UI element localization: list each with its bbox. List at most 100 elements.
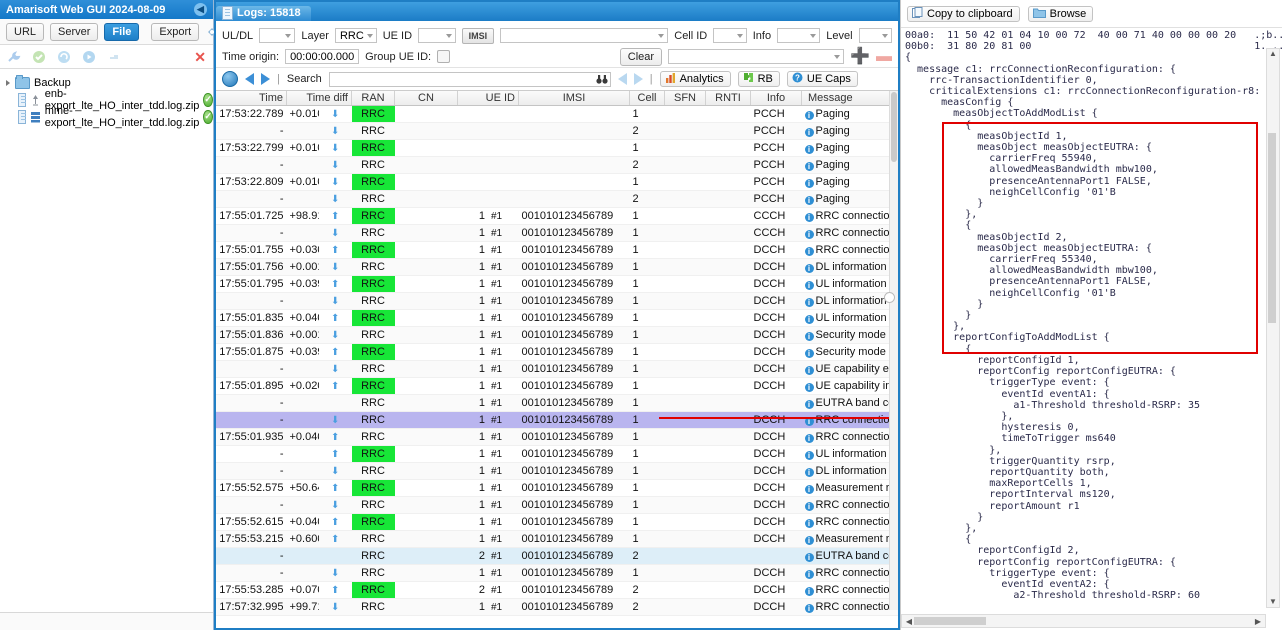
table-row[interactable]: 17:53:22.809+0.010 ⬇ RRC 1 PCCHiPaging xyxy=(216,173,898,191)
detail-scrollbar-thumb[interactable] xyxy=(1268,133,1276,323)
time-origin-input[interactable]: 00:00:00.000 xyxy=(285,49,360,64)
preset-select[interactable] xyxy=(668,49,845,64)
scroll-right-arrow[interactable]: ▶ xyxy=(1252,617,1264,626)
table-row[interactable]: - ⬇ RRC 1 #1 001010123456789 1 DCCH i RRC connect… xyxy=(216,564,898,582)
table-row[interactable]: - ⬇ RRC 1 #1 001010123456789 1 DCCH i RRC connect… xyxy=(216,411,898,429)
col-info[interactable]: Info xyxy=(750,91,802,106)
scrollbar-thumb[interactable] xyxy=(891,92,897,162)
col-ran[interactable]: RAN xyxy=(351,91,395,106)
group-ueid-checkbox[interactable] xyxy=(437,50,451,63)
arrow-left-icon[interactable] xyxy=(245,73,254,85)
col-time[interactable]: Time xyxy=(216,91,287,106)
col-rnti[interactable]: RNTI xyxy=(705,91,751,106)
play-circle-icon[interactable] xyxy=(82,50,96,64)
x-icon[interactable]: ✕ xyxy=(194,50,206,64)
check-circle-icon[interactable] xyxy=(32,50,46,64)
table-row[interactable]: 17:55:01.756+0.001⬇RRC1#1001010123456789… xyxy=(216,258,898,276)
url-button[interactable]: URL xyxy=(6,22,45,41)
detail-hscrollbar-thumb[interactable] xyxy=(914,617,986,625)
arrow-down-icon: ⬇ xyxy=(331,330,340,341)
table-row[interactable]: 17:55:01.836+0.001⬇RRC1#1001010123456789… xyxy=(216,326,898,344)
analytics-button[interactable]: Analytics xyxy=(659,71,731,87)
rb-button[interactable]: RB xyxy=(737,71,780,87)
table-row[interactable]: 17:55:53.285+0.070⬆RRC2#1001010123456789… xyxy=(216,581,898,599)
find-next-icon[interactable] xyxy=(633,73,643,85)
table-row[interactable]: 17:55:01.725+98.916⬆RRC1#100101012345678… xyxy=(216,207,898,225)
file-button[interactable]: File xyxy=(104,22,140,41)
cell-info: DCCH xyxy=(750,241,802,259)
plus-icon[interactable]: ➕ xyxy=(850,48,870,64)
browse-button[interactable]: Browse xyxy=(1027,6,1094,22)
table-row[interactable]: - ⬇ RRC 1 #1 001010123456789 1 DCCH i RRC connect… xyxy=(216,496,898,514)
table-row[interactable]: 17:55:01.795+0.039⬆RRC1#1001010123456789… xyxy=(216,275,898,293)
plug-icon[interactable] xyxy=(107,50,121,64)
find-prev-icon[interactable] xyxy=(617,73,627,85)
table-row[interactable]: 17:55:01.895+0.020⬆RRC1#1001010123456789… xyxy=(216,377,898,395)
message-text: DL information transfer xyxy=(815,261,898,273)
search-input[interactable] xyxy=(328,71,611,88)
level-select[interactable] xyxy=(858,28,892,43)
col-imsi[interactable]: IMSI xyxy=(518,91,630,106)
detail-text[interactable]: 00a0: 11 50 42 01 04 10 00 72 40 00 71 4… xyxy=(901,28,1282,630)
col-cn[interactable]: CN xyxy=(394,91,458,106)
table-row[interactable]: - ⬆ RRC 1 #1 001010123456789 1 DCCH i UL informat… xyxy=(216,445,898,463)
cell-time-diff: +99.710 xyxy=(286,598,319,616)
logs-vertical-scrollbar[interactable] xyxy=(889,91,898,610)
scroll-left-arrow[interactable]: ◀ xyxy=(903,617,915,626)
export-button[interactable]: Export xyxy=(151,22,200,41)
table-row[interactable]: 17:53:22.789+0.010 ⬇ RRC 1 PCCHiPaging xyxy=(216,105,898,123)
detail-horizontal-scrollbar[interactable]: ◀ ▶ xyxy=(901,614,1266,628)
uldl-select[interactable] xyxy=(259,28,296,43)
col-ue-id[interactable]: UE ID xyxy=(457,91,519,106)
clear-button[interactable]: Clear xyxy=(619,47,663,66)
table-row[interactable]: - ⬇ RRC 1 #1 001010123456789 1 DCCH i UE capabili… xyxy=(216,360,898,378)
cell-cn xyxy=(394,207,458,225)
detail-vertical-scrollbar[interactable]: ▲ ▼ xyxy=(1266,48,1280,608)
server-button[interactable]: Server xyxy=(50,22,99,41)
table-row[interactable]: - ⬇ RRC 1 #1 001010123456789 1 CCCH i RRC connect… xyxy=(216,224,898,242)
table-row[interactable]: 17:55:01.875+0.039⬆RRC1#1001010123456789… xyxy=(216,343,898,361)
table-row[interactable]: - ⬇ RRC 2 PCCH i Paging xyxy=(216,122,898,140)
table-row[interactable]: - ⬇ RRC 1 #1 001010123456789 1 DCCH i DL informat… xyxy=(216,292,898,310)
col-time-diff[interactable]: Time diff xyxy=(286,91,352,106)
chevron-left-icon[interactable]: ◀ xyxy=(194,3,207,16)
cell-rnti xyxy=(705,224,751,242)
layer-select[interactable]: RRC xyxy=(334,28,377,43)
resize-handle[interactable] xyxy=(884,292,895,303)
table-row[interactable]: - ⬇ RRC 2 PCCH i Paging xyxy=(216,156,898,174)
imsi-button[interactable]: IMSI xyxy=(461,27,495,44)
table-row[interactable]: 17:55:01.835+0.040⬆RRC1#1001010123456789… xyxy=(216,309,898,327)
ue-caps-button[interactable]: ? UE Caps xyxy=(786,71,858,87)
table-row[interactable]: - ⬇ RRC 2 PCCH i Paging xyxy=(216,190,898,208)
wrench-icon[interactable] xyxy=(7,50,21,64)
imsi-select[interactable] xyxy=(500,28,669,43)
table-row[interactable]: -RRC1#10010101234567891iEUTRA band combi… xyxy=(216,394,898,412)
tree-node-mme-log[interactable]: mme-export_lte_HO_inter_tdd.log.zip ✓ xyxy=(0,105,213,129)
table-row[interactable]: - ⬇ RRC 1 #1 001010123456789 1 DCCH i DL informat… xyxy=(216,462,898,480)
col-message[interactable]: Message xyxy=(801,91,898,106)
refresh-icon[interactable] xyxy=(57,50,71,64)
table-row[interactable]: 17:55:01.935+0.040⬆RRC1#1001010123456789… xyxy=(216,428,898,446)
table-row[interactable]: 17:55:52.575+50.640⬆RRC1#100101012345678… xyxy=(216,479,898,497)
table-row[interactable]: -RRC2#10010101234567892iEUTRA band combi… xyxy=(216,547,898,565)
logs-table-container[interactable]: Time Time diff RAN CN UE ID IMSI Cell SF… xyxy=(216,91,898,628)
table-row[interactable]: 17:55:53.215+0.600⬆RRC1#1001010123456789… xyxy=(216,530,898,548)
table-row[interactable]: 17:53:22.799+0.010 ⬇ RRC 1 PCCHiPaging xyxy=(216,139,898,157)
scroll-down-arrow[interactable]: ▼ xyxy=(1267,597,1279,606)
scroll-up-arrow[interactable]: ▲ xyxy=(1267,49,1279,58)
arrow-right-icon[interactable] xyxy=(261,73,270,85)
col-cell[interactable]: Cell xyxy=(629,91,665,106)
minus-icon[interactable]: ▬ xyxy=(876,48,892,64)
cellid-select[interactable] xyxy=(713,28,747,43)
tab-logs[interactable]: Logs: 15818 xyxy=(216,6,311,21)
info-select[interactable] xyxy=(777,28,821,43)
chevron-right-icon[interactable] xyxy=(6,79,10,86)
col-sfn[interactable]: SFN xyxy=(664,91,706,106)
clock-icon[interactable] xyxy=(222,71,238,87)
table-row[interactable]: 17:55:52.615+0.040⬆RRC1#1001010123456789… xyxy=(216,513,898,531)
binoculars-icon[interactable] xyxy=(596,74,608,88)
copy-to-clipboard-button[interactable]: Copy to clipboard xyxy=(907,6,1020,22)
table-row[interactable]: 17:57:32.995+99.710 ⬇ RRC 1#100101012345678… xyxy=(216,598,898,616)
ueid-select[interactable] xyxy=(418,28,456,43)
table-row[interactable]: 17:55:01.755+0.030⬆RRC1#1001010123456789… xyxy=(216,241,898,259)
